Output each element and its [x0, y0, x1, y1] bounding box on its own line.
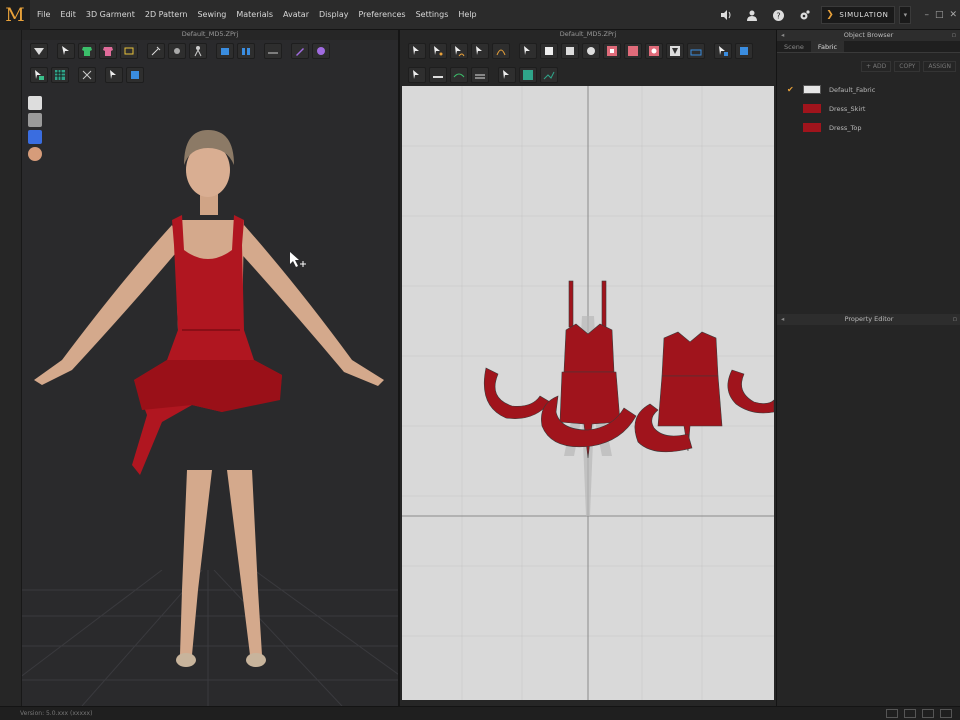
user-icon[interactable]: [745, 8, 759, 22]
minimize-icon[interactable]: –: [924, 10, 929, 20]
app-logo: M: [0, 0, 30, 30]
transform-pattern-icon[interactable]: [408, 43, 426, 59]
fabric-item-default[interactable]: ✔ Default_Fabric: [777, 80, 960, 99]
simulation-label: SIMULATION: [839, 11, 889, 19]
internal-rect-icon[interactable]: [603, 43, 621, 59]
settings-icon[interactable]: [797, 8, 811, 22]
fabric-swatch: [803, 104, 821, 113]
check-icon: ✔: [787, 85, 794, 94]
maximize-icon[interactable]: □: [935, 10, 944, 20]
left-side-strip: [0, 30, 22, 706]
main-menu: File Edit 3D Garment 2D Pattern Sewing M…: [32, 0, 482, 30]
segment-sew-icon[interactable]: [714, 43, 732, 59]
menu-display[interactable]: Display: [314, 0, 354, 30]
menu-materials[interactable]: Materials: [231, 0, 278, 30]
free-sew-icon[interactable]: [735, 43, 753, 59]
object-browser-title: Object Browser: [843, 31, 894, 39]
menu-file[interactable]: File: [32, 0, 55, 30]
svg-text:?: ?: [776, 11, 780, 20]
object-browser-tabs: Scene Fabric: [777, 41, 960, 53]
layout-2d-icon[interactable]: [922, 709, 934, 718]
menu-right-tools: ? ❯ SIMULATION ▾ – □ ✕: [713, 0, 960, 30]
add-fabric-button[interactable]: + ADD: [861, 61, 892, 72]
simulation-button[interactable]: ❯ SIMULATION: [821, 6, 896, 24]
status-icons: [880, 709, 952, 718]
simulation-dropdown[interactable]: ▾: [899, 6, 912, 24]
menu-2d-pattern[interactable]: 2D Pattern: [140, 0, 193, 30]
viewport-2d-title: Default_MD5.ZPrj: [400, 30, 776, 40]
internal-circle-icon[interactable]: [645, 43, 663, 59]
assign-fabric-button[interactable]: ASSIGN: [923, 61, 956, 72]
multi-sew-icon[interactable]: [471, 67, 489, 83]
fabric-swatch: [803, 85, 821, 94]
menu-help[interactable]: Help: [453, 0, 481, 30]
fabric-name: Dress_Top: [829, 123, 862, 132]
toolbar-2d-row1: [400, 40, 756, 62]
object-browser-header: ◂ Object Browser ▫: [777, 30, 960, 41]
dart-icon[interactable]: [666, 43, 684, 59]
toolbar-2d-row2: [400, 64, 561, 86]
edit-point-icon[interactable]: [429, 43, 447, 59]
square-icon[interactable]: [561, 43, 579, 59]
pattern-pieces[interactable]: [402, 86, 775, 700]
edit-sewing-icon[interactable]: [408, 67, 426, 83]
layout-toggle-icon[interactable]: [940, 709, 952, 718]
fabric-swatch: [803, 123, 821, 132]
status-text: Version: 5.0.xxx (xxxxx): [20, 710, 93, 717]
tab-fabric[interactable]: Fabric: [810, 41, 845, 52]
close-icon[interactable]: ✕: [949, 10, 957, 20]
fabric-name: Dress_Skirt: [829, 104, 866, 113]
menu-edit[interactable]: Edit: [55, 0, 81, 30]
viewport-3d[interactable]: Default_MD5.ZPrj: [22, 30, 398, 706]
panel-collapse-icon[interactable]: ◂: [781, 314, 784, 325]
property-editor-header: ◂ Property Editor ▫: [777, 314, 960, 325]
simulation-icon: ❯: [826, 10, 835, 20]
internal-polygon-icon[interactable]: [624, 43, 642, 59]
uv-grid-icon[interactable]: [519, 67, 537, 83]
panel-collapse-icon[interactable]: ◂: [781, 30, 784, 41]
fabric-item-dress-top[interactable]: Dress_Top: [777, 118, 960, 137]
menu-preferences[interactable]: Preferences: [354, 0, 411, 30]
pattern-canvas[interactable]: [402, 86, 775, 700]
viewport-2d[interactable]: Default_MD5.ZPrj: [398, 30, 776, 706]
copy-fabric-button[interactable]: COPY: [894, 61, 921, 72]
texture-edit-icon[interactable]: [498, 67, 516, 83]
menu-3d-garment[interactable]: 3D Garment: [81, 0, 140, 30]
fabric-actions: + ADD COPY ASSIGN: [777, 53, 960, 80]
app-window: M File Edit 3D Garment 2D Pattern Sewing…: [0, 0, 960, 720]
segment-sewing-icon[interactable]: [429, 67, 447, 83]
volume-icon[interactable]: [719, 8, 733, 22]
tab-scene[interactable]: Scene: [777, 41, 811, 52]
uv-transform-icon[interactable]: [540, 67, 558, 83]
help-icon[interactable]: ?: [771, 8, 785, 22]
fabric-item-dress-skirt[interactable]: Dress_Skirt: [777, 99, 960, 118]
menu-bar: M File Edit 3D Garment 2D Pattern Sewing…: [0, 0, 960, 30]
fabric-name: Default_Fabric: [829, 85, 876, 94]
add-point-icon[interactable]: [471, 43, 489, 59]
menu-avatar[interactable]: Avatar: [278, 0, 314, 30]
layout-split-icon[interactable]: [904, 709, 916, 718]
right-panel: ◂ Object Browser ▫ Scene Fabric + ADD CO…: [776, 30, 960, 706]
panel-float-icon[interactable]: ▫: [952, 30, 956, 41]
status-bar: Version: 5.0.xxx (xxxxx): [0, 706, 960, 720]
menu-settings[interactable]: Settings: [411, 0, 454, 30]
panel-float-icon[interactable]: ▫: [953, 314, 957, 325]
curve-point-icon[interactable]: [492, 43, 510, 59]
layout-single-icon[interactable]: [886, 709, 898, 718]
property-editor-title: Property Editor: [844, 315, 894, 323]
edit-curve-icon[interactable]: [450, 43, 468, 59]
circle-icon[interactable]: [582, 43, 600, 59]
property-editor: ◂ Property Editor ▫: [777, 314, 960, 325]
menu-sewing[interactable]: Sewing: [192, 0, 231, 30]
polygon-icon[interactable]: [519, 43, 537, 59]
avatar-3d-model[interactable]: [22, 30, 398, 706]
stitch-icon[interactable]: [450, 67, 468, 83]
object-browser: ◂ Object Browser ▫ Scene Fabric + ADD CO…: [777, 30, 960, 137]
trace-icon[interactable]: [687, 43, 705, 59]
rectangle-icon[interactable]: [540, 43, 558, 59]
